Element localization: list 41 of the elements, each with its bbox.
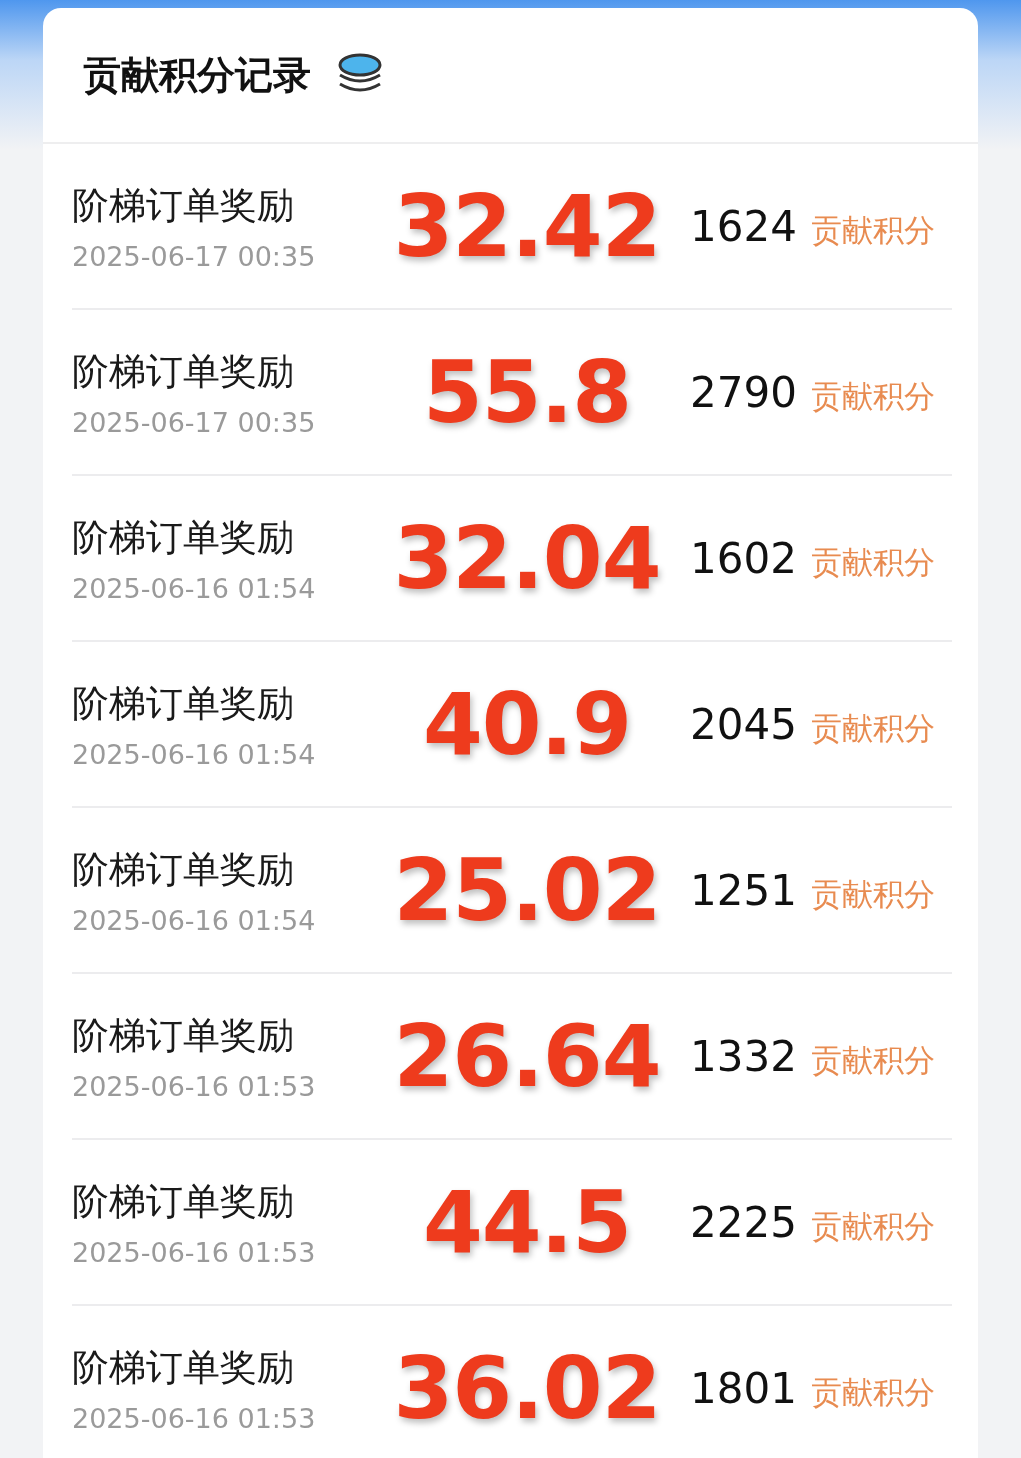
reward-amount: 40.9: [421, 674, 633, 774]
record-time: 2025-06-17 00:35: [72, 240, 317, 272]
record-title: 阶梯订单奖励: [72, 514, 295, 561]
points-unit: 贡献积分: [810, 211, 935, 250]
reward-amount: 32.04: [392, 508, 662, 608]
record-time: 2025-06-16 01:53: [72, 1402, 317, 1434]
record-time: 2025-06-16 01:54: [72, 738, 317, 770]
record-title: 阶梯订单奖励: [72, 1344, 295, 1391]
card-title: 贡献积分记录: [83, 51, 311, 99]
reward-amount: 44.5: [421, 1172, 633, 1272]
points-unit: 贡献积分: [810, 1207, 935, 1246]
points-unit: 贡献积分: [810, 377, 935, 416]
points-value: 1332: [690, 1031, 797, 1081]
points-unit: 贡献积分: [810, 1373, 935, 1412]
reward-amount: 25.02: [392, 840, 662, 940]
points-value: 2225: [690, 1197, 797, 1247]
record-title: 阶梯订单奖励: [72, 182, 295, 229]
record-time: 2025-06-16 01:54: [72, 572, 317, 604]
points-unit: 贡献积分: [810, 1041, 935, 1080]
reward-amount: 36.02: [392, 1338, 662, 1438]
record-time: 2025-06-17 00:35: [72, 406, 317, 438]
record-title: 阶梯订单奖励: [72, 1178, 295, 1225]
points-unit: 贡献积分: [810, 709, 935, 748]
points-value: 1624: [690, 201, 797, 251]
points-value: 2790: [690, 367, 797, 417]
points-value: 1801: [690, 1363, 797, 1413]
record-time: 2025-06-16 01:53: [72, 1070, 317, 1102]
record-time: 2025-06-16 01:54: [72, 904, 317, 936]
record-time: 2025-06-16 01:53: [72, 1236, 317, 1268]
points-unit: 贡献积分: [810, 875, 935, 914]
points-value: 2045: [690, 699, 797, 749]
record-title: 阶梯订单奖励: [72, 348, 295, 395]
points-value: 1251: [690, 865, 797, 915]
points-unit: 贡献积分: [810, 543, 935, 582]
record-title: 阶梯订单奖励: [72, 846, 295, 893]
reward-amount: 55.8: [421, 342, 633, 442]
reward-amount: 26.64: [392, 1006, 662, 1106]
points-value: 1602: [690, 533, 797, 583]
reward-amount: 32.42: [392, 176, 662, 276]
record-title: 阶梯订单奖励: [72, 680, 295, 727]
record-title: 阶梯订单奖励: [72, 1012, 295, 1059]
